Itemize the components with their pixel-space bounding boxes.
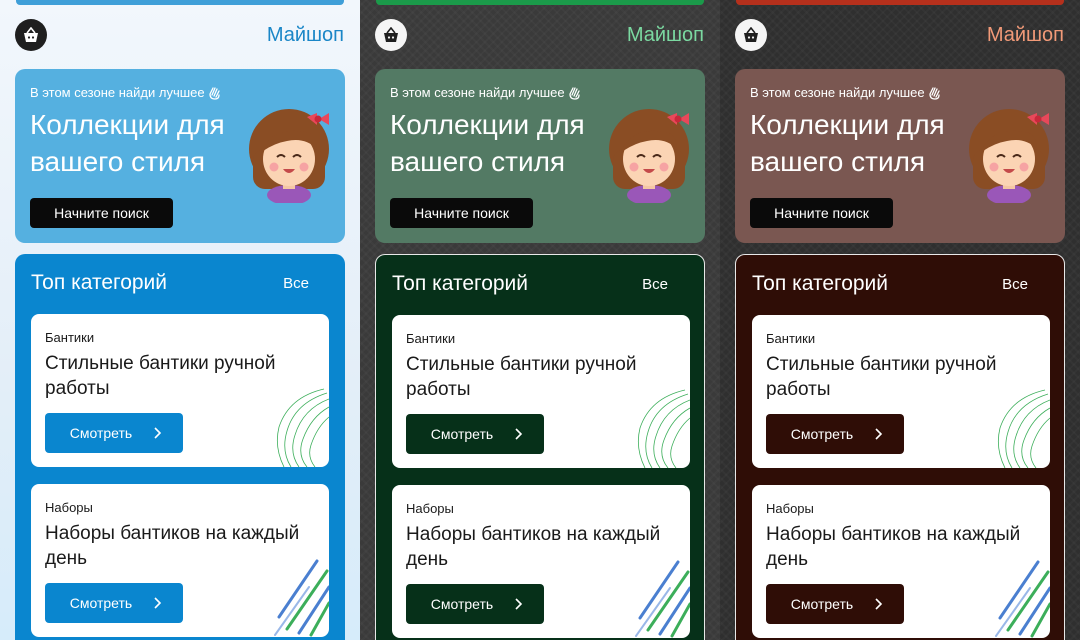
waving-hand-icon bbox=[928, 86, 940, 100]
leaf-line-decor bbox=[997, 389, 1050, 468]
girl-illustration bbox=[969, 109, 1049, 203]
categories-title: Топ категорий bbox=[392, 272, 529, 295]
hero-subtitle: В этом сезоне найди лучшее bbox=[750, 85, 1050, 100]
waving-hand-icon bbox=[568, 86, 580, 100]
cart-button[interactable] bbox=[15, 19, 47, 51]
view-button-label: Смотреть bbox=[69, 425, 133, 441]
hero-title: Коллекции для вашего стиля bbox=[30, 109, 225, 177]
screen-red: Майшоп В этом сезоне найди лучшее Коллек… bbox=[720, 0, 1080, 640]
view-button-label: Смотреть bbox=[69, 595, 133, 611]
shopping-basket-icon bbox=[384, 27, 398, 42]
top-accent-bar bbox=[376, 0, 704, 5]
chevron-right-icon bbox=[875, 598, 883, 610]
screen-light: Майшоп В этом сезоне найди лучшее Коллек… bbox=[0, 0, 360, 640]
card-title: Стильные бантики ручной работы bbox=[45, 353, 276, 399]
diagonal-stripes-decor bbox=[274, 559, 329, 637]
view-button[interactable]: Смотреть bbox=[766, 414, 904, 454]
card-category-label: Бантики bbox=[406, 331, 456, 346]
categories-header: Топ категорий Все bbox=[392, 271, 688, 297]
waving-hand-icon bbox=[208, 86, 220, 100]
card-title: Наборы бантиков на каждый день bbox=[406, 524, 661, 570]
shopping-basket-icon bbox=[744, 27, 758, 42]
all-categories-link[interactable]: Все bbox=[283, 275, 329, 292]
chevron-right-icon bbox=[515, 598, 523, 610]
top-categories-panel: Топ категорий Все Бантики Стильные банти… bbox=[375, 254, 705, 640]
category-card-bows: Бантики Стильные бантики ручной работы С… bbox=[752, 315, 1050, 468]
start-search-button[interactable]: Начните поиск bbox=[390, 198, 533, 228]
brand-logo[interactable]: Майшоп bbox=[267, 24, 344, 47]
card-category-label: Бантики bbox=[766, 331, 816, 346]
girl-illustration bbox=[249, 109, 329, 203]
hero-subtitle: В этом сезоне найди лучшее bbox=[30, 85, 330, 100]
category-card-bows: Бантики Стильные бантики ручной работы С… bbox=[392, 315, 690, 468]
girl-illustration bbox=[609, 109, 689, 203]
view-button-label: Смотреть bbox=[430, 426, 494, 442]
card-category-label: Бантики bbox=[45, 330, 95, 345]
chevron-right-icon bbox=[875, 428, 883, 440]
card-title: Наборы бантиков на каждый день bbox=[766, 524, 1021, 570]
brand-logo[interactable]: Майшоп bbox=[627, 24, 704, 47]
categories-title: Топ категорий bbox=[752, 272, 889, 295]
diagonal-stripes-decor bbox=[995, 560, 1050, 638]
card-category-label: Наборы bbox=[406, 501, 454, 516]
app-header: Майшоп bbox=[15, 18, 344, 52]
categories-title: Топ категорий bbox=[31, 271, 168, 294]
all-categories-link[interactable]: Все bbox=[1002, 276, 1048, 293]
view-button-label: Смотреть bbox=[430, 596, 494, 612]
leaf-line-decor bbox=[637, 389, 690, 468]
hero-subtitle: В этом сезоне найди лучшее bbox=[390, 85, 690, 100]
view-button[interactable]: Смотреть bbox=[766, 584, 904, 624]
view-button[interactable]: Смотреть bbox=[406, 584, 544, 624]
view-button-label: Смотреть bbox=[790, 596, 854, 612]
cart-button[interactable] bbox=[375, 19, 407, 51]
card-title: Наборы бантиков на каждый день bbox=[45, 523, 300, 569]
hero-banner: В этом сезоне найди лучшее Коллекции для… bbox=[15, 69, 345, 243]
hero-banner: В этом сезоне найди лучшее Коллекции для… bbox=[375, 69, 705, 243]
diagonal-stripes-decor bbox=[635, 560, 690, 638]
category-card-sets: Наборы Наборы бантиков на каждый день См… bbox=[752, 485, 1050, 638]
view-button-label: Смотреть bbox=[790, 426, 854, 442]
hero-subtitle-text: В этом сезоне найди лучшее bbox=[750, 85, 925, 100]
top-accent-bar bbox=[16, 0, 344, 5]
card-title: Стильные бантики ручной работы bbox=[406, 354, 637, 400]
shopping-basket-icon bbox=[24, 27, 38, 42]
hero-title: Коллекции для вашего стиля bbox=[750, 109, 945, 177]
categories-header: Топ категорий Все bbox=[752, 271, 1048, 297]
top-categories-panel: Топ категорий Все Бантики Стильные банти… bbox=[15, 254, 345, 640]
category-card-sets: Наборы Наборы бантиков на каждый день См… bbox=[392, 485, 690, 638]
top-accent-bar bbox=[736, 0, 1064, 5]
chevron-right-icon bbox=[154, 597, 162, 609]
hero-title: Коллекции для вашего стиля bbox=[390, 109, 585, 177]
app-header: Майшоп bbox=[735, 18, 1064, 52]
cart-button[interactable] bbox=[735, 19, 767, 51]
categories-header: Топ категорий Все bbox=[31, 270, 329, 296]
screen-green: Майшоп В этом сезоне найди лучшее Коллек… bbox=[360, 0, 720, 640]
card-category-label: Наборы bbox=[766, 501, 814, 516]
leaf-line-decor bbox=[276, 388, 329, 467]
chevron-right-icon bbox=[515, 428, 523, 440]
hero-banner: В этом сезоне найди лучшее Коллекции для… bbox=[735, 69, 1065, 243]
top-categories-panel: Топ категорий Все Бантики Стильные банти… bbox=[735, 254, 1065, 640]
view-button[interactable]: Смотреть bbox=[406, 414, 544, 454]
card-title: Стильные бантики ручной работы bbox=[766, 354, 997, 400]
all-categories-link[interactable]: Все bbox=[642, 276, 688, 293]
hero-subtitle-text: В этом сезоне найди лучшее bbox=[390, 85, 565, 100]
brand-logo[interactable]: Майшоп bbox=[987, 24, 1064, 47]
view-button[interactable]: Смотреть bbox=[45, 583, 183, 623]
card-category-label: Наборы bbox=[45, 500, 93, 515]
chevron-right-icon bbox=[154, 427, 162, 439]
app-header: Майшоп bbox=[375, 18, 704, 52]
category-card-sets: Наборы Наборы бантиков на каждый день См… bbox=[31, 484, 329, 637]
start-search-button[interactable]: Начните поиск bbox=[750, 198, 893, 228]
start-search-button[interactable]: Начните поиск bbox=[30, 198, 173, 228]
category-card-bows: Бантики Стильные бантики ручной работы С… bbox=[31, 314, 329, 467]
view-button[interactable]: Смотреть bbox=[45, 413, 183, 453]
hero-subtitle-text: В этом сезоне найди лучшее bbox=[30, 85, 205, 100]
